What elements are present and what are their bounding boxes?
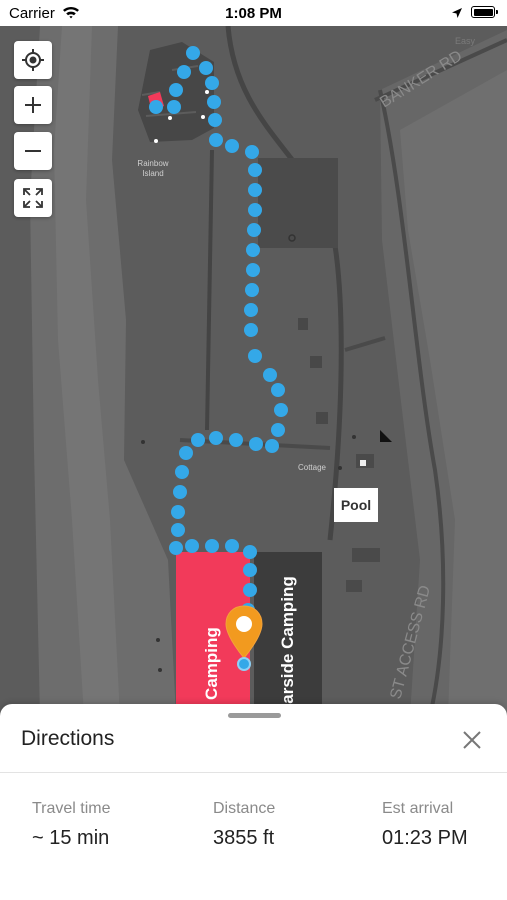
route-dot — [225, 139, 239, 153]
pool-label: Pool — [334, 488, 378, 522]
attribution-label: Easy — [455, 36, 476, 46]
route-dot — [246, 263, 260, 277]
route-dot — [167, 100, 181, 114]
route-dot — [171, 505, 185, 519]
route-dot — [248, 163, 262, 177]
route-dot — [246, 243, 260, 257]
rainbow-island-label: Rainbow Island — [137, 159, 169, 178]
route-dot — [209, 133, 223, 147]
route-dot — [245, 283, 259, 297]
route-dot — [244, 323, 258, 337]
rv-camping-label: V Camping — [202, 627, 221, 716]
route-dot — [205, 539, 219, 553]
route-dot — [247, 223, 261, 237]
route-dot — [186, 46, 200, 60]
route-dot — [177, 65, 191, 79]
route-dot — [244, 303, 258, 317]
route-dot — [207, 95, 221, 109]
route-dot — [175, 465, 189, 479]
arrival-stat: Est arrival 01:23 PM — [382, 800, 468, 850]
route-dot — [243, 583, 257, 597]
route-dot — [248, 183, 262, 197]
route-dot — [185, 539, 199, 553]
zoom-in-button[interactable] — [14, 86, 52, 124]
sheet-divider — [0, 772, 507, 773]
clock: 1:08 PM — [225, 5, 282, 22]
route-dot — [191, 433, 205, 447]
status-bar: Carrier 1:08 PM — [0, 0, 507, 26]
route-dot — [263, 368, 277, 382]
route-dot — [245, 145, 259, 159]
distance-stat: Distance 3855 ft — [213, 800, 275, 850]
plus-icon — [25, 97, 41, 113]
route-dot — [243, 563, 257, 577]
route-dot — [173, 485, 187, 499]
distance-label: Distance — [213, 800, 276, 817]
route-dot — [205, 76, 219, 90]
zoom-out-button[interactable] — [14, 132, 52, 170]
directions-sheet: Directions Travel time ~ 15 min Distance… — [0, 704, 507, 900]
route-dot — [248, 349, 262, 363]
locate-icon — [22, 49, 44, 71]
travel-time-value: ~ 15 min — [32, 827, 110, 849]
close-button[interactable] — [458, 726, 486, 754]
carside-camping-label: Carside Camping — [278, 576, 297, 716]
cottage-label: Cottage — [297, 463, 327, 472]
travel-time-label: Travel time — [32, 800, 111, 817]
route-dot — [169, 83, 183, 97]
route-dot — [171, 523, 185, 537]
travel-time-stat: Travel time ~ 15 min — [32, 800, 111, 850]
route-dot — [243, 545, 257, 559]
destination-pin-icon[interactable] — [224, 604, 264, 664]
route-dot — [274, 403, 288, 417]
route-dot — [209, 431, 223, 445]
route-dot — [225, 539, 239, 553]
arrival-value: 01:23 PM — [382, 827, 468, 849]
route-dot — [249, 437, 263, 451]
route-dot — [169, 541, 183, 555]
route-dot — [229, 433, 243, 447]
expand-icon — [23, 188, 43, 208]
battery-icon — [471, 6, 498, 18]
route-dot — [179, 446, 193, 460]
close-icon — [463, 731, 481, 749]
directions-title: Directions — [21, 727, 115, 750]
arrival-label: Est arrival — [382, 800, 454, 817]
route-dot — [271, 383, 285, 397]
route-dot — [265, 439, 279, 453]
route-dot — [149, 100, 163, 114]
route-dot — [271, 423, 285, 437]
minus-icon — [25, 150, 41, 152]
route-dot — [199, 61, 213, 75]
route-dot — [208, 113, 222, 127]
map-view[interactable]: BANKER RD ST ACCESS RD Easy Rainbow Isla… — [0, 26, 507, 716]
locate-button[interactable] — [14, 41, 52, 79]
location-arrow-icon — [451, 6, 463, 24]
route-dot — [248, 203, 262, 217]
distance-value: 3855 ft — [213, 827, 275, 849]
fullscreen-button[interactable] — [14, 179, 52, 217]
current-location-dot — [237, 657, 251, 671]
sheet-grabber[interactable] — [228, 713, 281, 718]
